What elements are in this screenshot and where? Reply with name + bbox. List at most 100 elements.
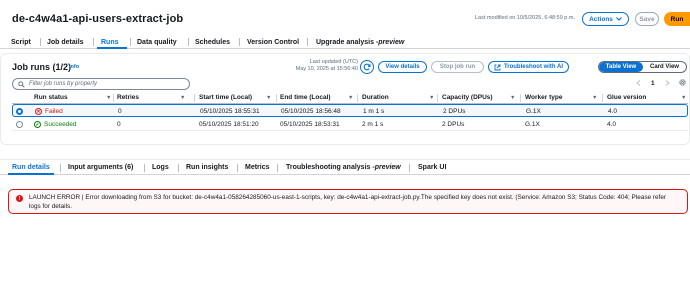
- table-row[interactable]: ✓ Succeeded 0 05/10/2025 18:51:20 05/10/…: [12, 118, 688, 131]
- tab-divider: [277, 164, 278, 172]
- column-glue-version[interactable]: Glue version: [607, 94, 646, 101]
- chevron-left-icon: [636, 80, 641, 86]
- retries-cell: 0: [117, 121, 121, 128]
- external-link-icon: [494, 64, 501, 70]
- column-divider: [357, 94, 358, 102]
- table-view-toggle[interactable]: Table View: [599, 62, 643, 72]
- column-retries[interactable]: Retries: [117, 94, 139, 101]
- row-radio[interactable]: [16, 121, 23, 128]
- glue-version-cell: 4.0: [608, 108, 618, 115]
- column-divider: [520, 94, 521, 102]
- actions-label: Actions: [589, 15, 613, 23]
- page-title: de-c4w4a1-api-users-extract-job: [12, 13, 184, 25]
- refresh-icon: [363, 63, 371, 71]
- column-divider: [276, 94, 277, 102]
- column-run-status[interactable]: Run status: [34, 94, 68, 101]
- tab-divider: [237, 164, 238, 172]
- column-duration[interactable]: Duration: [362, 94, 389, 101]
- duration-cell: 1 m 1 s: [363, 108, 385, 115]
- tab-version-control[interactable]: Version Control: [247, 35, 299, 49]
- last-updated-text: Last updated (UTC) May 10, 2025 at 15:56…: [295, 59, 358, 72]
- chevron-right-icon: [665, 80, 670, 86]
- error-alert: ! LAUNCH ERROR | Error downloading from …: [8, 189, 688, 214]
- glue-version-cell: 4.0: [607, 121, 617, 128]
- active-tab-indicator: [8, 173, 54, 175]
- sort-caret-icon[interactable]: ▼: [348, 95, 353, 101]
- tab-script[interactable]: Script: [11, 35, 31, 49]
- sort-caret-icon[interactable]: ▼: [180, 95, 185, 101]
- worker-type-cell: G.1X: [525, 121, 540, 128]
- tab-schedules[interactable]: Schedules: [195, 35, 230, 49]
- tab-troubleshooting-analysis[interactable]: Troubleshooting analysis - preview: [286, 160, 401, 175]
- tab-metrics[interactable]: Metrics: [245, 160, 270, 175]
- tab-divider: [188, 38, 189, 46]
- view-details-button[interactable]: View details: [378, 61, 427, 73]
- job-tabs: Script Job details Runs Data quality Sch…: [0, 35, 690, 49]
- success-status-icon: ✓: [34, 121, 41, 128]
- tab-divider: [93, 38, 94, 46]
- search-icon: [18, 80, 25, 88]
- sort-caret-icon[interactable]: ▼: [429, 95, 434, 101]
- next-page-button[interactable]: [665, 80, 670, 88]
- table-preferences-button[interactable]: [678, 78, 687, 89]
- troubleshoot-with-ai-button[interactable]: Troubleshoot with AI: [488, 61, 569, 73]
- column-divider: [437, 94, 438, 102]
- tab-spark-ui[interactable]: Spark UI: [418, 160, 446, 175]
- tab-logs[interactable]: Logs: [152, 160, 169, 175]
- tab-upgrade-analysis[interactable]: Upgrade analysis - preview: [316, 35, 404, 49]
- column-start-time[interactable]: Start time (Local): [199, 94, 252, 101]
- tab-input-arguments[interactable]: Input arguments (6): [68, 160, 133, 175]
- info-link[interactable]: Info: [69, 64, 79, 70]
- capacity-cell: 2 DPUs: [442, 121, 465, 128]
- retries-cell: 0: [118, 108, 122, 115]
- tab-divider: [40, 38, 41, 46]
- tab-divider: [409, 164, 410, 172]
- job-runs-title: Job runs (1/2): [12, 62, 72, 72]
- column-capacity[interactable]: Capacity (DPUs): [442, 94, 493, 101]
- tab-divider: [178, 164, 179, 172]
- row-radio-selected[interactable]: [16, 108, 23, 115]
- failed-status-icon: ✕: [35, 108, 42, 115]
- column-divider: [194, 94, 195, 102]
- run-status-cell: ✕ Failed: [35, 108, 63, 115]
- filter-placeholder: Filter job runs by property: [29, 81, 98, 87]
- runs-table-header: Run status ▼ Retries ▼ Start time (Local…: [12, 92, 688, 104]
- tab-divider: [130, 38, 131, 46]
- active-tab-indicator: [97, 47, 127, 49]
- column-worker-type[interactable]: Worker type: [525, 94, 562, 101]
- tab-divider: [307, 38, 308, 46]
- page-number[interactable]: 1: [651, 80, 655, 87]
- sort-caret-icon[interactable]: ▼: [106, 95, 111, 101]
- sort-caret-icon[interactable]: ▼: [592, 95, 597, 101]
- save-button[interactable]: Save: [635, 12, 659, 26]
- previous-page-button[interactable]: [636, 80, 641, 88]
- tab-divider: [239, 38, 240, 46]
- run-button[interactable]: Run: [664, 12, 690, 26]
- filter-job-runs-input[interactable]: Filter job runs by property: [12, 78, 190, 90]
- column-divider: [113, 94, 114, 102]
- run-status-cell: ✓ Succeeded: [34, 121, 77, 128]
- sort-caret-icon[interactable]: ▼: [681, 95, 686, 101]
- actions-button[interactable]: Actions: [582, 12, 629, 26]
- sort-caret-icon[interactable]: ▼: [510, 95, 515, 101]
- tab-divider: [144, 164, 145, 172]
- end-time-cell: 05/10/2025 18:56:48: [281, 108, 341, 115]
- column-end-time[interactable]: End time (Local): [280, 94, 331, 101]
- duration-cell: 2 m 1 s: [362, 121, 384, 128]
- error-message: LAUNCH ERROR | Error downloading from S3…: [29, 194, 667, 210]
- refresh-button[interactable]: [360, 60, 374, 74]
- chevron-down-icon: [615, 17, 622, 21]
- run-detail-tabs: Run details Input arguments (6) Logs Run…: [0, 160, 690, 175]
- tab-job-details[interactable]: Job details: [47, 35, 84, 49]
- settings-gear-icon: [679, 79, 686, 86]
- tab-data-quality[interactable]: Data quality: [137, 35, 177, 49]
- error-icon: !: [16, 195, 23, 202]
- sort-caret-icon[interactable]: ▼: [266, 95, 271, 101]
- view-mode-toggle: Table View Card View: [598, 61, 687, 73]
- tab-run-insights[interactable]: Run insights: [186, 160, 228, 175]
- table-row[interactable]: ✕ Failed 0 05/10/2025 18:55:31 05/10/202…: [12, 104, 688, 117]
- stop-job-run-button[interactable]: Stop job run: [431, 61, 484, 73]
- last-modified-text: Last modified on 10/5/2025, 6:48:59 p.m.: [475, 15, 575, 21]
- capacity-cell: 2 DPUs: [443, 108, 466, 115]
- card-view-toggle[interactable]: Card View: [643, 62, 686, 72]
